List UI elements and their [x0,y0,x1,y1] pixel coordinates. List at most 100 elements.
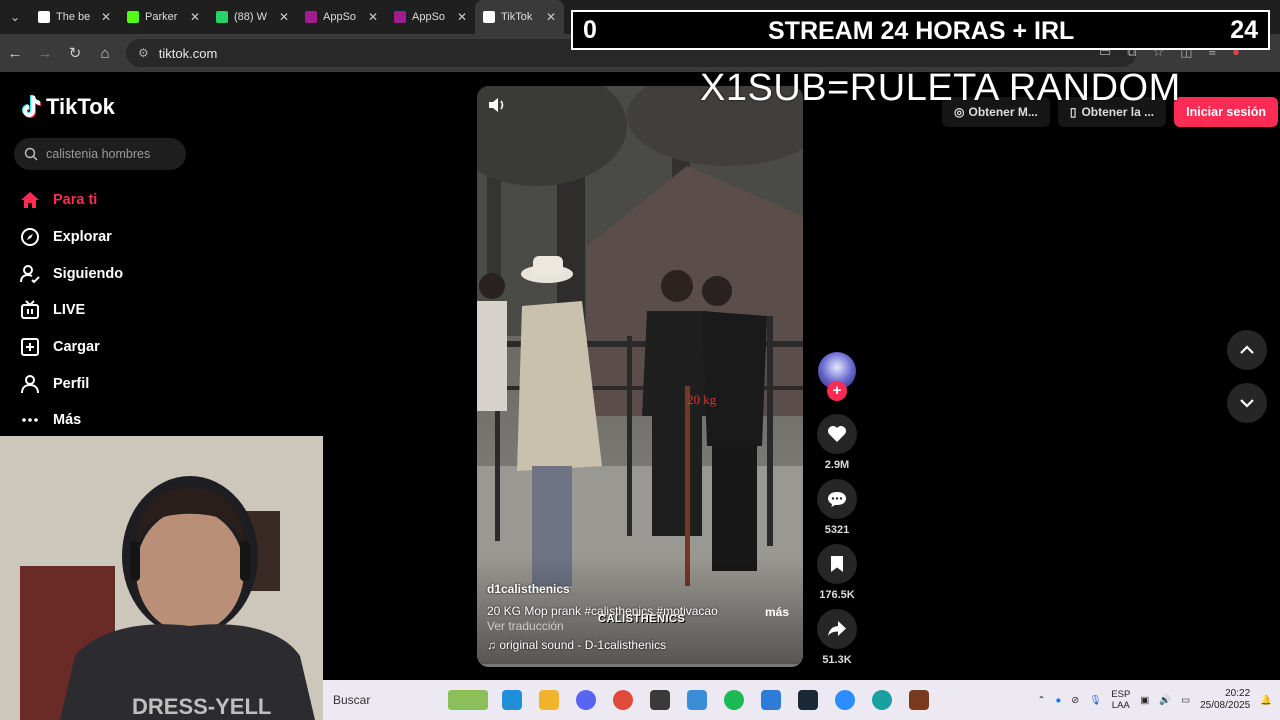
stream-subtitle: X1SUB=RULETA RANDOM [700,67,1181,109]
chevron-up-icon [1240,345,1254,354]
game-glyph [908,690,929,710]
landscape-widget-glyph [448,690,488,710]
like-count: 2.9M [824,459,850,471]
tray-volume-icon[interactable]: 🔊 [1159,695,1171,706]
video-progress-bar[interactable] [477,664,803,667]
sidebar-item-following[interactable]: Siguiendo [20,255,260,292]
edge-browser-glyph [871,690,892,710]
photos-icon[interactable] [678,680,715,720]
volume-icon[interactable] [487,96,507,114]
taskbar-search[interactable]: Buscar [323,680,441,720]
sidebar-item-home[interactable]: Para ti [20,182,260,219]
comment-icon[interactable] [817,479,857,519]
tab-favicon-icon [38,11,50,23]
photos-glyph [686,690,707,710]
search-icon[interactable] [24,147,38,161]
tray-chevron-icon[interactable]: ⌃ [1038,695,1046,706]
video-overlay-text: 20 kg [687,392,717,407]
webcam-overlay: DRESS-YELL [0,436,323,720]
webcam-image: DRESS-YELL [0,436,323,720]
like-action[interactable]: 2.9M [817,414,857,471]
search-input[interactable] [46,147,176,161]
login-button[interactable]: Iniciar sesión [1174,97,1279,127]
sound-link[interactable]: ♫ original sound - D-1calisthenics [487,638,666,652]
tab-close-icon[interactable]: ✕ [546,10,556,24]
browser-tab[interactable]: The be ✕ [30,0,119,34]
discord-glyph [575,690,596,710]
follow-plus-icon[interactable]: + [827,381,847,401]
music-note-icon: ♫ [487,638,496,652]
browser-tab[interactable]: TikTok ✕ [475,0,564,34]
tab-close-icon[interactable]: ✕ [101,10,111,24]
site-info-icon[interactable]: ⚙ [138,46,149,60]
taskbar-clock[interactable]: 20:22 25/08/2025 [1200,688,1250,712]
zoom-icon[interactable] [826,680,863,720]
tray-battery-icon[interactable]: ▭ [1181,695,1190,706]
tiktok-search-box[interactable] [14,138,186,170]
tray-display-icon[interactable]: ▣ [1140,695,1149,706]
spotify-icon[interactable] [715,680,752,720]
bookmark-icon[interactable] [817,544,857,584]
back-button[interactable]: ← [0,45,30,62]
video-frame: 20 kg [477,86,803,667]
tab-title: (88) W [234,11,267,23]
discord-icon[interactable] [567,680,604,720]
reload-button[interactable]: ↻ [60,44,90,62]
lang-top: ESP [1111,689,1131,700]
file-explorer-icon[interactable] [530,680,567,720]
tab-favicon-icon [216,11,228,23]
tab-close-icon[interactable]: ✕ [457,10,467,24]
share-action[interactable]: 51.3K [817,609,857,666]
video-watermark: CALISTHENICS [598,613,686,625]
tab-close-icon[interactable]: ✕ [279,10,289,24]
sidebar-item-live[interactable]: LIVE [20,292,260,329]
landscape-widget-icon[interactable] [443,680,493,720]
previous-video-button[interactable] [1227,330,1267,370]
sidebar-item-more[interactable]: Más [20,402,260,439]
sidebar-item-compass[interactable]: Explorar [20,219,260,256]
video-username[interactable]: d1calisthenics [487,582,570,596]
sidebar-item-upload[interactable]: Cargar [20,329,260,366]
browser-tab[interactable]: (88) W ✕ [208,0,297,34]
tab-close-icon[interactable]: ✕ [368,10,378,24]
screen: ⌄ The be ✕ Parker ✕ (88) W ✕ AppSo ✕ AppSo ✕ TikTo… [0,0,1280,720]
chrome-icon[interactable] [604,680,641,720]
url-text: tiktok.com [158,45,218,61]
next-video-button[interactable] [1227,383,1267,423]
obs-glyph [649,690,670,710]
edge-browser-icon[interactable] [863,680,900,720]
edge-icon[interactable] [493,680,530,720]
browser-tab[interactable]: Parker ✕ [119,0,208,34]
video-player[interactable]: 20 kg d1calisthenics 20 KG Mop prank #ca… [477,86,803,667]
home-button[interactable]: ⌂ [90,45,120,62]
notification-bell-icon[interactable]: 🔔 [1260,695,1272,706]
comment-action[interactable]: 5321 [817,479,857,536]
language-indicator[interactable]: ESP LAA [1111,689,1130,711]
stream-banner: 0 STREAM 24 HORAS + IRL 24 [571,10,1270,50]
heart-icon[interactable] [817,414,857,454]
save-action[interactable]: 176.5K [817,544,857,601]
obs-icon[interactable] [641,680,678,720]
browser-tab[interactable]: AppSo ✕ [297,0,386,34]
tab-close-icon[interactable]: ✕ [190,10,200,24]
caption-more-link[interactable]: más [765,605,789,619]
tab-search-icon[interactable]: ⌄ [0,0,30,34]
tiktok-note-icon [22,95,41,118]
share-count: 51.3K [822,654,852,666]
forward-button[interactable]: → [30,45,60,62]
sidebar-item-label: Perfil [53,375,90,392]
game-icon[interactable] [900,680,937,720]
sidebar-item-label: Más [53,412,82,429]
tray-cloud-icon[interactable]: ● [1055,695,1061,706]
browser-tab[interactable]: AppSo ✕ [386,0,475,34]
sidebar-item-profile[interactable]: Perfil [20,365,260,402]
tiktok-logo[interactable]: TikTok [20,94,115,120]
tab-favicon-icon [483,11,495,23]
steam-icon[interactable] [789,680,826,720]
tray-mic-icon[interactable]: 🎙 [1089,695,1101,706]
tab-favicon-icon [394,11,406,23]
notepad-icon[interactable] [752,680,789,720]
share-icon[interactable] [817,609,857,649]
tray-network-icon[interactable]: ⊘ [1071,695,1079,706]
translate-link[interactable]: Ver traducción [487,619,564,633]
